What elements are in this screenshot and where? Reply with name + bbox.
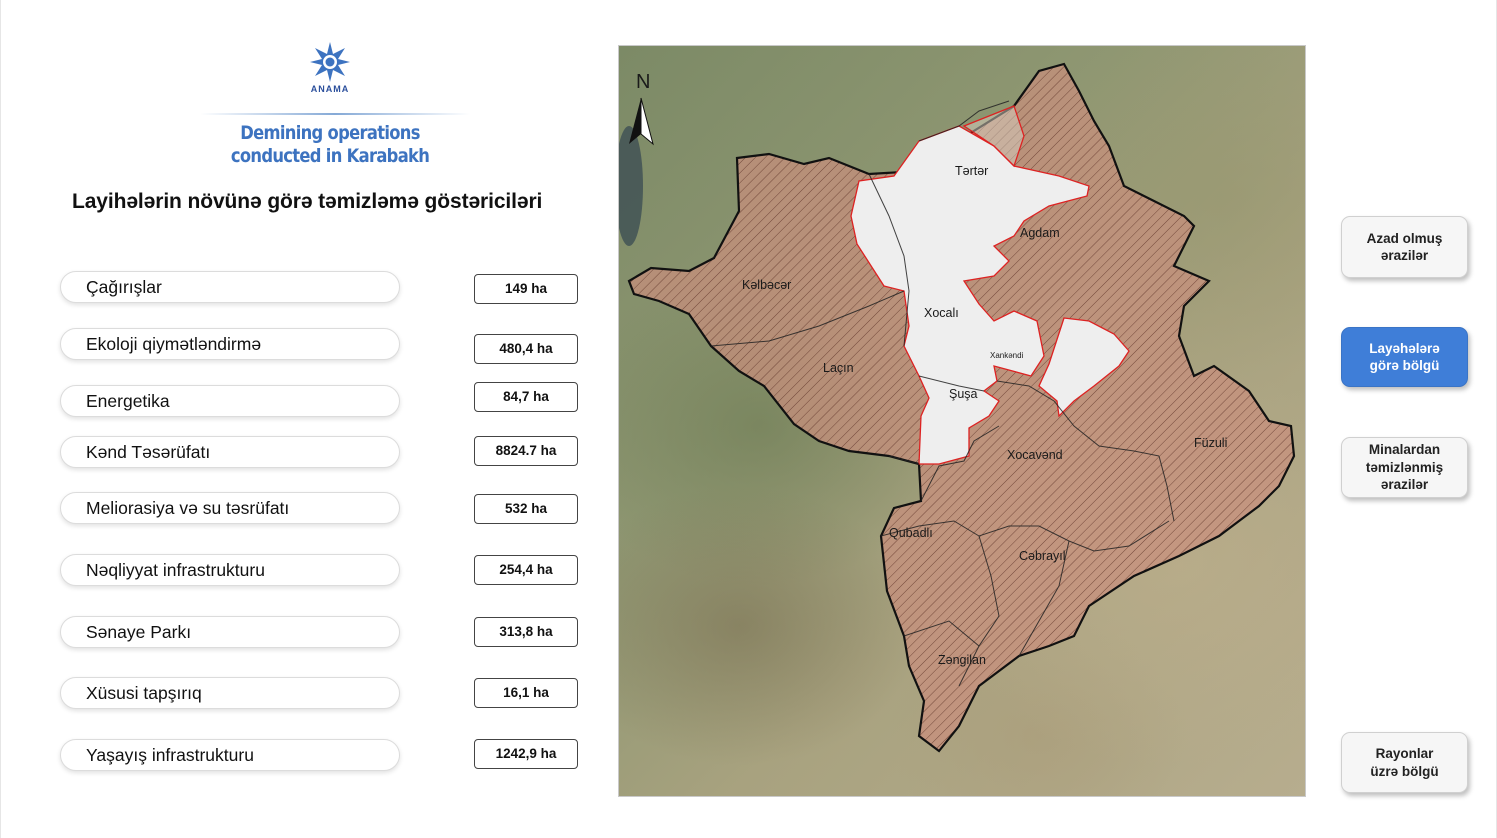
district-distribution-button[interactable]: Rayonlar üzrə bölgü xyxy=(1341,732,1468,793)
region-label-fuzuli: Füzuli xyxy=(1194,436,1227,450)
project-type-value: 1242,9 ha xyxy=(474,739,578,769)
subtitle-line-1: Demining operations xyxy=(240,122,420,144)
project-distribution-button[interactable]: Layəhələrə görə bölgü xyxy=(1341,327,1468,387)
region-label-agdam: Agdam xyxy=(1020,226,1060,240)
project-type-value: 16,1 ha xyxy=(474,678,578,708)
anama-logo: ANAMA xyxy=(200,40,460,94)
district-distribution-button-label: Rayonlar üzrə bölgü xyxy=(1370,746,1439,779)
logo-text: ANAMA xyxy=(310,84,350,94)
project-type-label[interactable]: Meliorasiya və su təsrüfatı xyxy=(60,492,400,524)
region-label-kelbecer: Kəlbəcər xyxy=(742,278,791,292)
map-svg: N Tərtər Agdam Kəlbəcər Xocalı Xankəndi … xyxy=(619,62,1296,753)
project-type-value: 84,7 ha xyxy=(474,382,578,412)
project-type-label[interactable]: Çağırışlar xyxy=(60,271,400,303)
project-type-label[interactable]: Xüsusi tapşırıq xyxy=(60,677,400,709)
page-title: Layihələrin növünə görə təmizləmə göstər… xyxy=(72,190,543,213)
project-type-value: 480,4 ha xyxy=(474,334,578,364)
region-label-xankendi: Xankəndi xyxy=(990,351,1024,360)
project-type-label[interactable]: Ekoloji qiymətləndirmə xyxy=(60,328,400,360)
project-type-label[interactable]: Energetika xyxy=(60,385,400,417)
subtitle-line-2: conducted in Karabakh xyxy=(230,145,430,167)
demined-territories-button[interactable]: Minalardan təmizlənmiş ərazilər xyxy=(1341,437,1468,498)
region-label-xocali: Xocalı xyxy=(924,306,959,320)
north-arrow-icon xyxy=(629,97,654,146)
project-type-value: 149 ha xyxy=(474,274,578,304)
project-type-value: 532 ha xyxy=(474,494,578,524)
project-type-label[interactable]: Yaşayış infrastrukturu xyxy=(60,739,400,771)
project-type-label[interactable]: Kənd Təsərüfatı xyxy=(60,436,400,468)
project-type-value: 313,8 ha xyxy=(474,617,578,647)
region-label-qubadli: Qubadlı xyxy=(889,526,933,540)
freed-territories-button-label: Azad olmuş ərazilər xyxy=(1366,230,1443,264)
anama-star-icon xyxy=(310,42,350,82)
north-label: N xyxy=(636,71,650,93)
project-distribution-button-label: Layəhələrə görə bölgü xyxy=(1369,340,1440,374)
project-type-value: 8824.7 ha xyxy=(474,436,578,466)
page-subtitle: Demining operations conducted in Karabak… xyxy=(218,122,442,168)
project-type-label[interactable]: Nəqliyyat infrastrukturu xyxy=(60,554,400,586)
region-label-xocavend: Xocavənd xyxy=(1007,448,1063,462)
logo-divider xyxy=(200,113,470,115)
region-label-lacin: Laçın xyxy=(823,361,854,375)
region-label-terter: Tərtər xyxy=(955,164,988,178)
project-type-label[interactable]: Sənaye Parkı xyxy=(60,616,400,648)
region-label-susa: Şuşa xyxy=(949,387,978,401)
region-label-zengilan: Zəngilan xyxy=(938,653,986,667)
region-label-cebrayil: Cəbrayıl xyxy=(1019,549,1066,563)
karabakh-map[interactable]: N Tərtər Agdam Kəlbəcər Xocalı Xankəndi … xyxy=(618,45,1306,797)
freed-territories-button[interactable]: Azad olmuş ərazilər xyxy=(1341,216,1468,278)
demined-territories-button-label: Minalardan təmizlənmiş ərazilər xyxy=(1365,442,1444,493)
lake xyxy=(619,126,643,246)
project-type-value: 254,4 ha xyxy=(474,555,578,585)
